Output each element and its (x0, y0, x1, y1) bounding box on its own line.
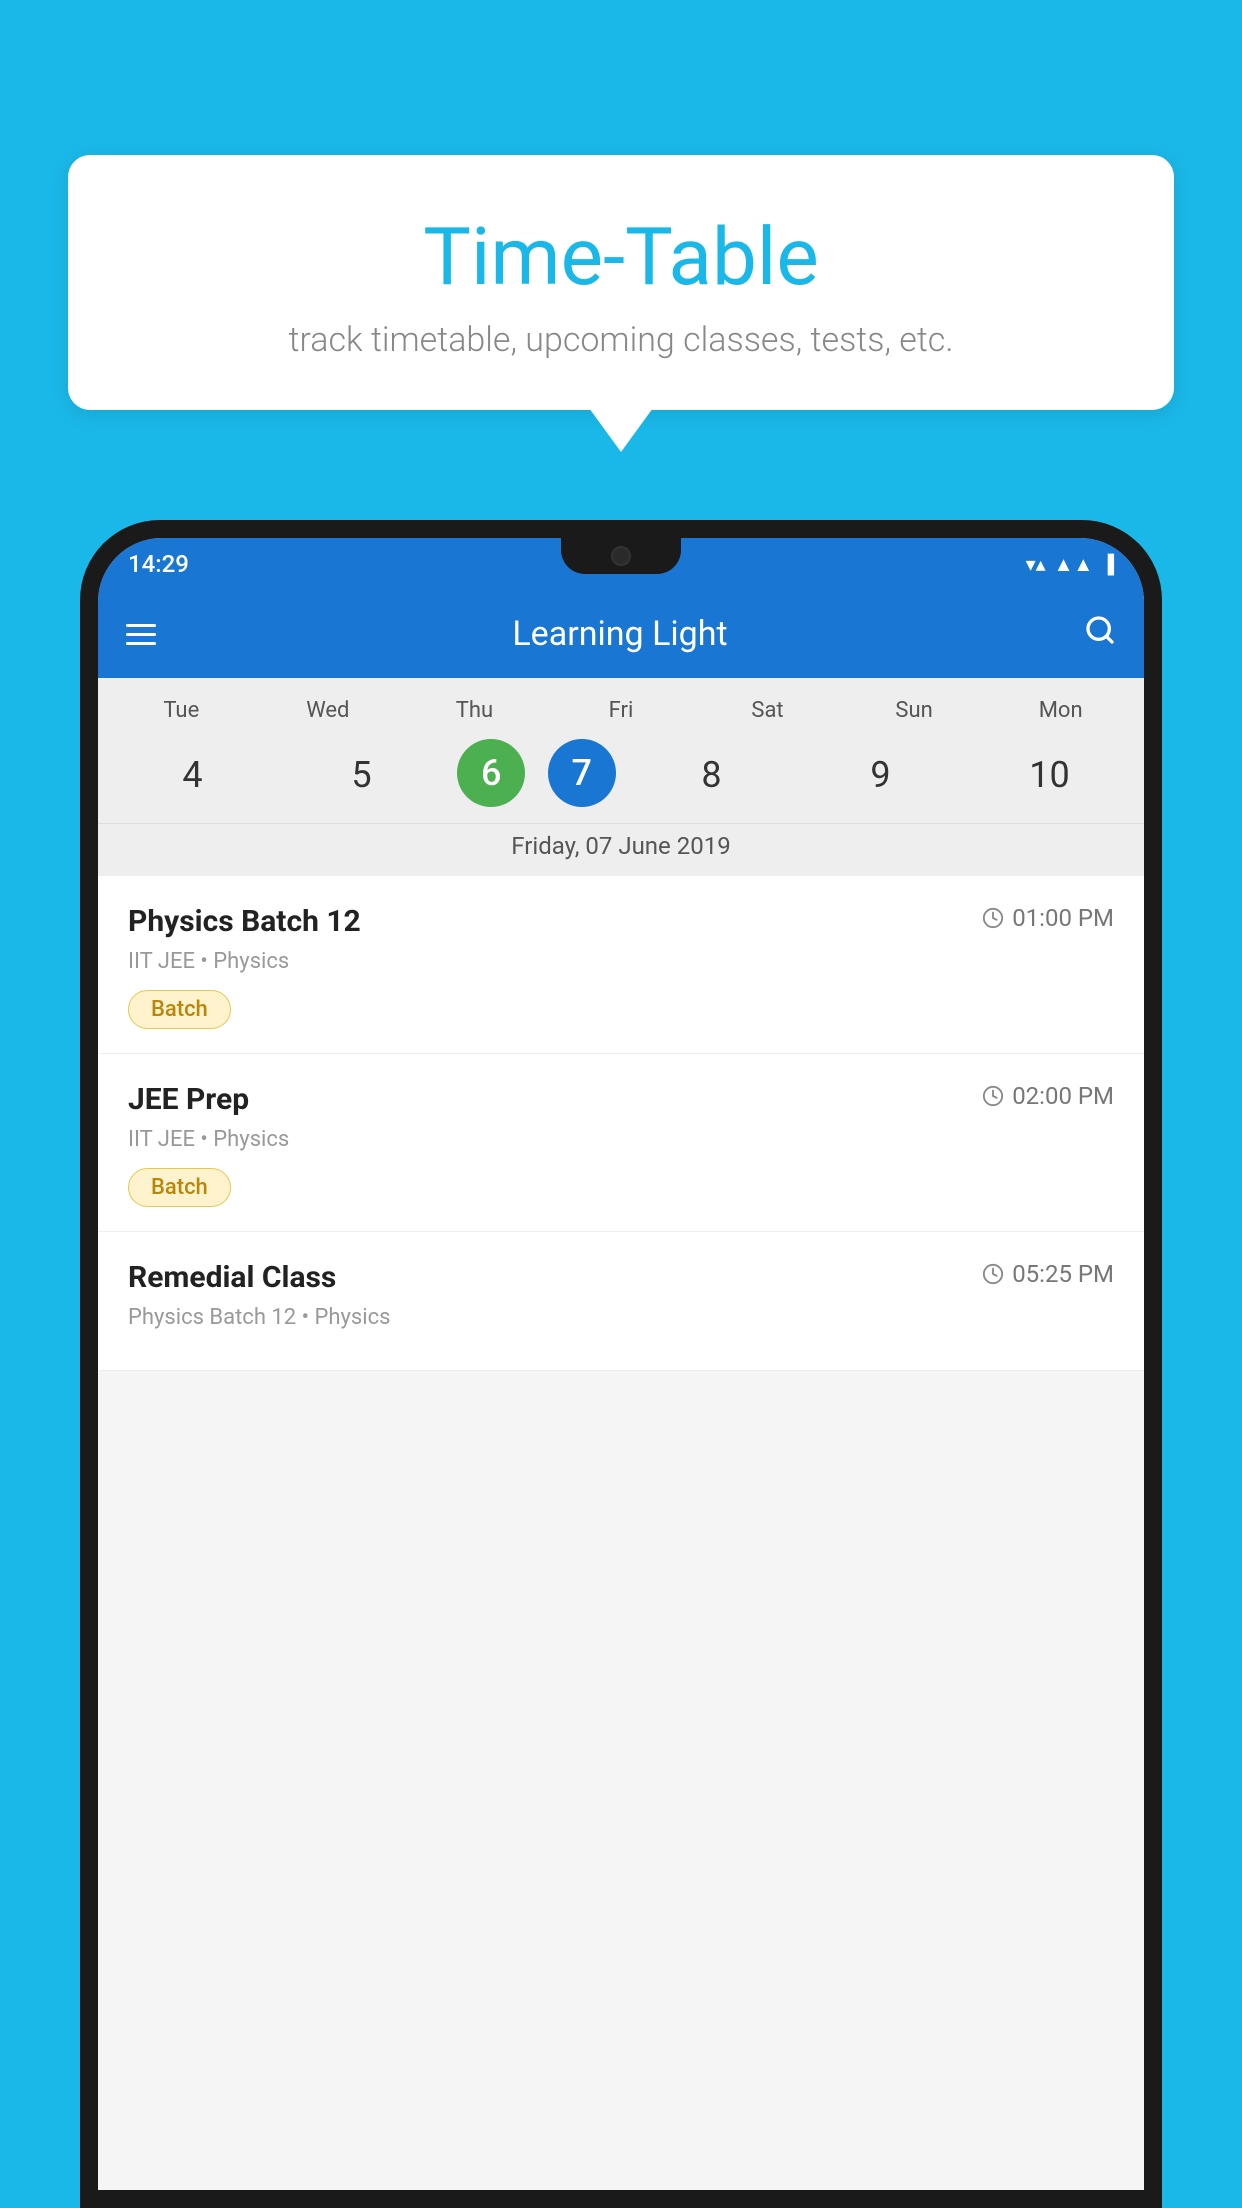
bubble-title: Time-Table (128, 210, 1114, 304)
speech-bubble: Time-Table track timetable, upcoming cla… (68, 155, 1174, 410)
day-wed: Wed (255, 698, 402, 723)
schedule-subtitle-2: IIT JEE • Physics (128, 1127, 1114, 1152)
day-headers: Tue Wed Thu Fri Sat Sun Mon (98, 690, 1144, 731)
phone-frame: 14:29 ▾▴ ▲▲ ▐ Learning Light (80, 520, 1162, 2208)
schedule-item-header-3: Remedial Class 05:25 PM (128, 1260, 1114, 1295)
day-thu: Thu (401, 698, 548, 723)
day-sat: Sat (694, 698, 841, 723)
status-time: 14:29 (128, 550, 189, 578)
schedule-list: Physics Batch 12 01:00 PM IIT JEE • Phys… (98, 876, 1144, 1371)
schedule-title-3: Remedial Class (128, 1260, 336, 1295)
schedule-item-header-2: JEE Prep 02:00 PM (128, 1082, 1114, 1117)
schedule-title-2: JEE Prep (128, 1082, 249, 1117)
search-button[interactable] (1084, 614, 1116, 654)
schedule-time-2: 02:00 PM (982, 1082, 1114, 1110)
app-header: Learning Light (98, 590, 1144, 678)
schedule-item-3[interactable]: Remedial Class 05:25 PM Physics Batch 12… (98, 1232, 1144, 1371)
day-tue: Tue (108, 698, 255, 723)
schedule-title-1: Physics Batch 12 (128, 904, 361, 939)
phone-inner: 14:29 ▾▴ ▲▲ ▐ Learning Light (98, 538, 1144, 2190)
camera (611, 546, 631, 566)
speech-bubble-container: Time-Table track timetable, upcoming cla… (68, 155, 1174, 410)
date-4[interactable]: 4 (119, 739, 266, 811)
schedule-subtitle-3: Physics Batch 12 • Physics (128, 1305, 1114, 1330)
status-icons: ▾▴ ▲▲ ▐ (1026, 552, 1114, 577)
date-8[interactable]: 8 (638, 739, 785, 811)
date-9[interactable]: 9 (807, 739, 954, 811)
schedule-item-2[interactable]: JEE Prep 02:00 PM IIT JEE • Physics Batc… (98, 1054, 1144, 1232)
bubble-subtitle: track timetable, upcoming classes, tests… (128, 320, 1114, 360)
selected-date-label: Friday, 07 June 2019 (98, 823, 1144, 876)
signal-icon: ▲▲ (1054, 552, 1094, 577)
hamburger-menu[interactable] (126, 624, 156, 645)
day-mon: Mon (987, 698, 1134, 723)
day-numbers: 4 5 6 7 8 9 10 (98, 731, 1144, 823)
app-title: Learning Light (156, 614, 1084, 654)
hamburger-line-3 (126, 642, 156, 645)
hamburger-line-2 (126, 633, 156, 636)
date-6-today[interactable]: 6 (457, 739, 525, 807)
schedule-time-3: 05:25 PM (982, 1260, 1114, 1288)
date-10[interactable]: 10 (976, 739, 1123, 811)
wifi-icon: ▾▴ (1026, 552, 1046, 576)
batch-badge-1: Batch (128, 990, 231, 1029)
battery-icon: ▐ (1101, 554, 1114, 575)
schedule-item-header-1: Physics Batch 12 01:00 PM (128, 904, 1114, 939)
phone-notch (561, 538, 681, 574)
day-sun: Sun (841, 698, 988, 723)
schedule-subtitle-1: IIT JEE • Physics (128, 949, 1114, 974)
schedule-time-1: 01:00 PM (982, 904, 1114, 932)
hamburger-line-1 (126, 624, 156, 627)
date-5[interactable]: 5 (288, 739, 435, 811)
schedule-item-1[interactable]: Physics Batch 12 01:00 PM IIT JEE • Phys… (98, 876, 1144, 1054)
batch-badge-2: Batch (128, 1168, 231, 1207)
calendar-section: Tue Wed Thu Fri Sat Sun Mon 4 5 6 7 8 9 … (98, 678, 1144, 876)
date-7-selected[interactable]: 7 (548, 739, 616, 807)
day-fri: Fri (548, 698, 695, 723)
